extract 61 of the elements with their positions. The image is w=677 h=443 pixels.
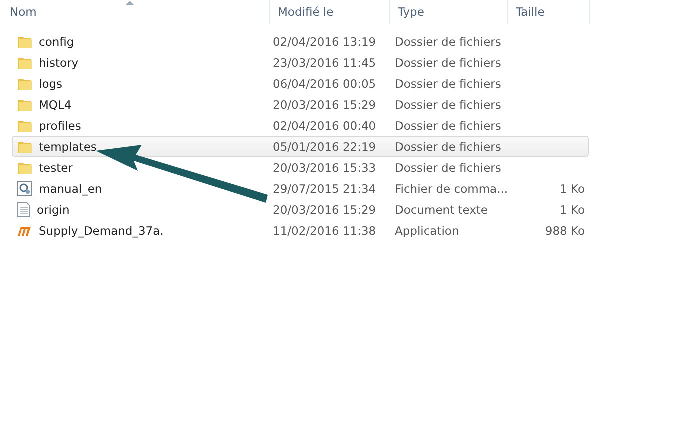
file-row[interactable]: manual_en 29/07/2015 21:34 Fichier de comma... 1 Ko bbox=[12, 178, 589, 199]
text-document-icon bbox=[17, 202, 31, 218]
column-header[interactable]: Taille bbox=[508, 0, 590, 24]
file-type: Dossier de fichiers bbox=[395, 118, 502, 132]
folder-icon bbox=[17, 34, 33, 48]
file-name: history bbox=[39, 56, 79, 70]
file-row[interactable]: profiles 02/04/2016 00:40 Dossier de fichiers bbox=[12, 115, 589, 136]
modified-date: 29/07/2015 21:34 bbox=[273, 182, 376, 196]
file-row[interactable]: templates 05/01/2016 22:19 Dossier de fichiers bbox=[12, 136, 589, 157]
file-size: 1 Ko bbox=[560, 202, 585, 216]
modified-date: 05/01/2016 22:19 bbox=[273, 140, 376, 154]
file-row[interactable]: config 02/04/2016 13:19 Dossier de fichiers bbox=[12, 31, 589, 52]
file-row[interactable]: MQL4 20/03/2016 15:29 Dossier de fichiers bbox=[12, 94, 589, 115]
file-name: origin bbox=[37, 202, 70, 216]
folder-icon bbox=[17, 160, 33, 174]
file-type: Application bbox=[395, 224, 460, 238]
folder-icon bbox=[17, 98, 33, 112]
modified-date: 20/03/2016 15:29 bbox=[273, 98, 376, 112]
file-row[interactable]: Supply_Demand_37a. 11/02/2016 11:38 Application 988 Ko bbox=[12, 220, 589, 241]
file-type: Dossier de fichiers bbox=[395, 76, 502, 90]
file-type: Document texte bbox=[395, 202, 488, 216]
modified-date: 02/04/2016 13:19 bbox=[273, 34, 376, 48]
file-size: 1 Ko bbox=[560, 182, 585, 196]
file-type: Fichier de comma... bbox=[395, 182, 508, 196]
modified-date: 23/03/2016 11:45 bbox=[273, 56, 376, 70]
file-name: profiles bbox=[39, 118, 82, 132]
app-logo-icon bbox=[17, 224, 33, 236]
file-row[interactable]: origin 20/03/2016 15:29 Document texte 1 Ko bbox=[12, 199, 589, 220]
modified-date: 20/03/2016 15:29 bbox=[273, 202, 376, 216]
file-name: Supply_Demand_37a. bbox=[39, 224, 164, 238]
folder-icon bbox=[17, 118, 33, 132]
file-name: config bbox=[39, 34, 74, 48]
file-type: Dossier de fichiers bbox=[395, 98, 502, 112]
file-row[interactable]: tester 20/03/2016 15:33 Dossier de fichiers bbox=[12, 157, 589, 178]
column-header[interactable]: Modifié le bbox=[270, 0, 390, 24]
folder-icon bbox=[17, 56, 33, 70]
gear-document-icon bbox=[17, 180, 33, 196]
file-size: 988 Ko bbox=[545, 224, 585, 238]
file-type: Dossier de fichiers bbox=[395, 56, 502, 70]
folder-icon bbox=[17, 140, 33, 154]
file-type: Dossier de fichiers bbox=[395, 34, 502, 48]
modified-date: 20/03/2016 15:33 bbox=[273, 160, 376, 174]
file-type: Dossier de fichiers bbox=[395, 160, 502, 174]
column-header[interactable]: Nom bbox=[0, 0, 270, 24]
column-header[interactable]: Type bbox=[390, 0, 508, 24]
modified-date: 11/02/2016 11:38 bbox=[273, 224, 376, 238]
column-label: Nom bbox=[10, 5, 37, 19]
file-name: manual_en bbox=[39, 182, 102, 196]
file-name: logs bbox=[39, 76, 63, 90]
column-label: Modifié le bbox=[278, 5, 334, 19]
file-name: tester bbox=[39, 160, 73, 174]
modified-date: 06/04/2016 00:05 bbox=[273, 76, 376, 90]
file-name: templates bbox=[39, 140, 97, 154]
column-label: Type bbox=[398, 5, 424, 19]
file-type: Dossier de fichiers bbox=[395, 140, 502, 154]
file-row[interactable]: logs 06/04/2016 00:05 Dossier de fichiers bbox=[12, 73, 589, 94]
column-label: Taille bbox=[516, 5, 545, 19]
file-row[interactable]: history 23/03/2016 11:45 Dossier de fichiers bbox=[12, 52, 589, 73]
modified-date: 02/04/2016 00:40 bbox=[273, 118, 376, 132]
folder-icon bbox=[17, 76, 33, 90]
file-name: MQL4 bbox=[39, 98, 72, 112]
